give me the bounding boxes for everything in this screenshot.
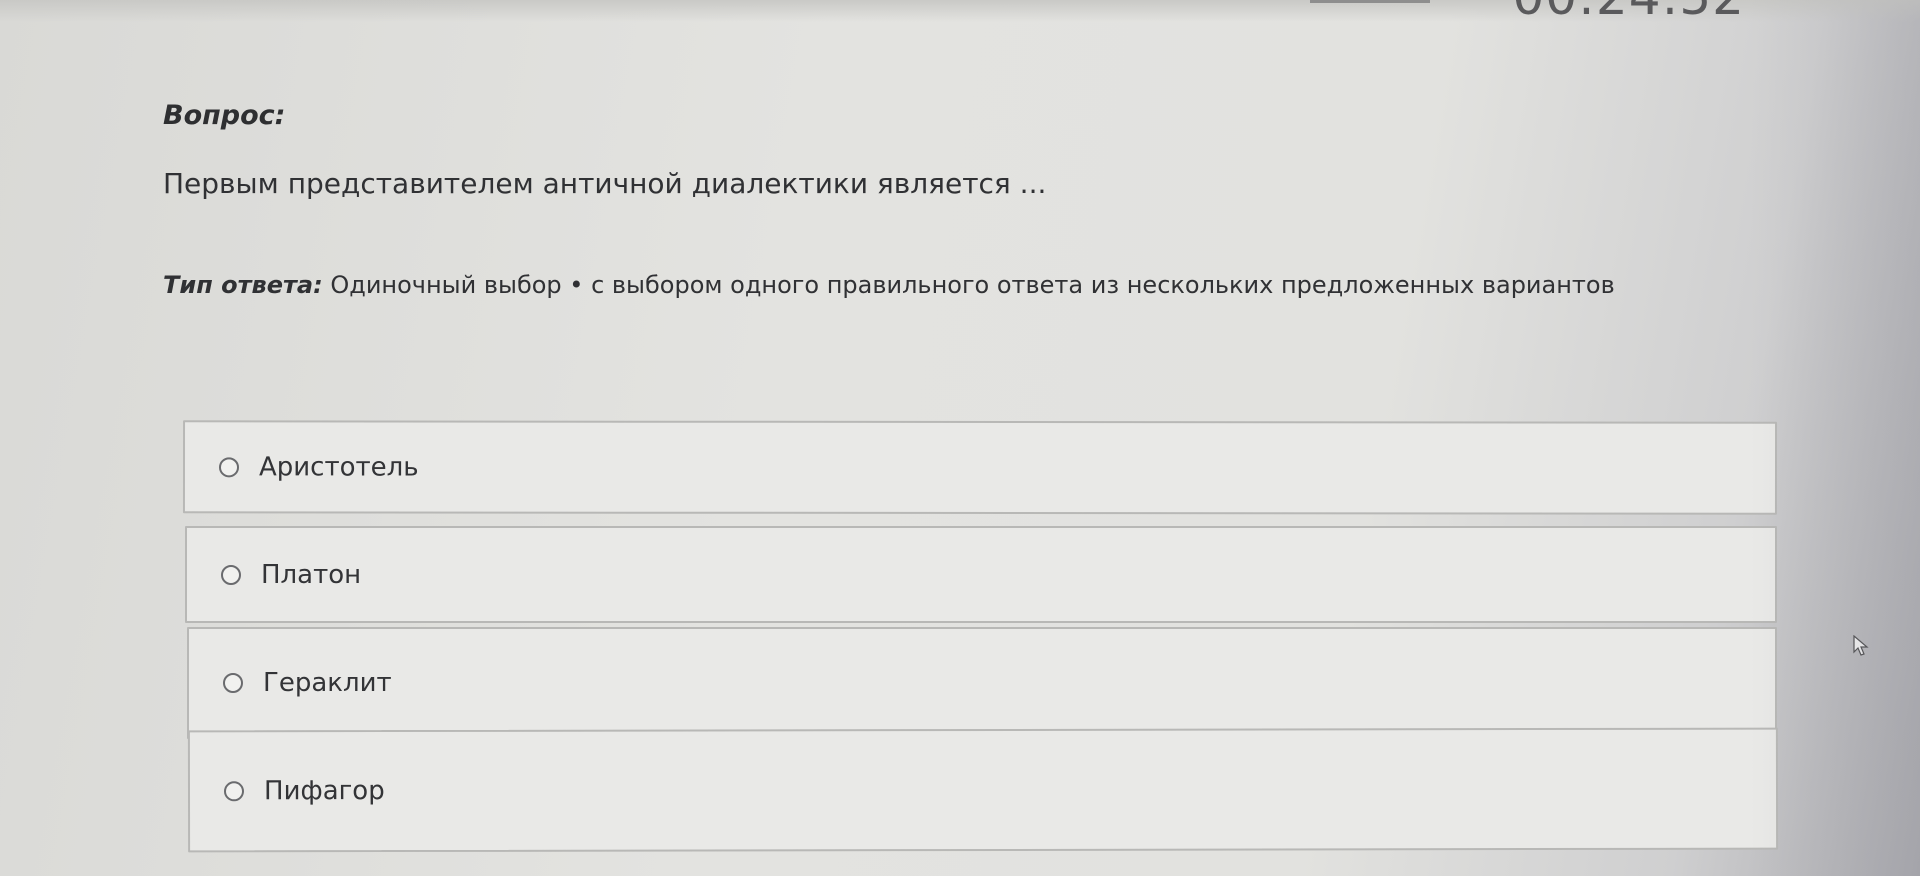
answer-option-label: Аристотель [258,451,419,483]
answer-options: Аристотель Платон Гераклит Пифагор [0,0,1920,876]
answer-option-label: Гераклит [263,668,392,698]
radio-button-icon[interactable] [223,673,243,693]
answer-option[interactable]: Платон [185,526,1777,623]
answer-option[interactable]: Аристотель [182,420,1778,515]
answer-option-label: Пифагор [263,776,385,807]
answer-option[interactable]: Гераклит [187,627,1777,739]
radio-button-icon[interactable] [221,564,241,585]
answer-option[interactable]: Пифагор [187,727,1779,853]
mouse-cursor-icon [1853,635,1869,656]
answer-option-label: Платон [261,559,362,590]
radio-button-icon[interactable] [218,456,240,477]
radio-button-icon[interactable] [223,781,245,802]
